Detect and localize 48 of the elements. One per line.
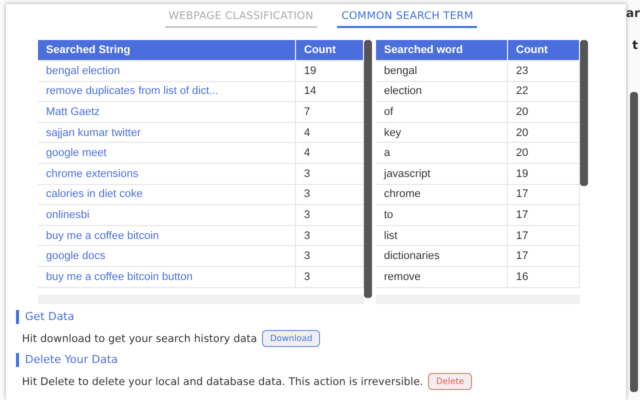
section-title: Get Data	[16, 310, 626, 324]
table-cell: javascript	[376, 163, 508, 184]
scrollbar-thumb[interactable]	[364, 40, 372, 298]
table-cell: 17	[508, 184, 580, 205]
search-link[interactable]: calories in diet coke	[38, 184, 296, 205]
search-link[interactable]: bengal election	[38, 60, 296, 82]
background-text: ar	[626, 6, 640, 20]
search-link[interactable]: Matt Gaetz	[38, 102, 296, 122]
scrollbar-thumb[interactable]	[580, 40, 588, 186]
table-cell: remove	[376, 266, 508, 288]
table-cell: 19	[296, 60, 364, 82]
table-cell: 17	[508, 246, 580, 266]
section-text: Hit Delete to delete your local and database data. This action is irreversible.	[22, 376, 424, 388]
download-button[interactable]: Download	[262, 330, 320, 347]
table-cell: chrome	[376, 184, 508, 205]
search-link[interactable]: buy me a coffee bitcoin button	[38, 266, 296, 288]
column-header: Searched String	[38, 40, 296, 60]
delete-button[interactable]: Delete	[428, 373, 472, 390]
tab[interactable]: COMMON SEARCH TERM	[337, 8, 478, 28]
column-header: Count	[508, 40, 580, 60]
table-cell: election	[376, 81, 508, 102]
table-cell: key	[376, 122, 508, 143]
search-link[interactable]: sajjan kumar twitter	[38, 122, 296, 143]
table-cell: 16	[508, 266, 580, 288]
table-cell: 17	[508, 204, 580, 226]
search-link[interactable]: remove duplicates from list of dict...	[38, 81, 296, 102]
search-link[interactable]: google docs	[38, 246, 296, 266]
search-link[interactable]: onlinesbi	[38, 204, 296, 226]
search-link[interactable]: buy me a coffee bitcoin	[38, 225, 296, 246]
search-link[interactable]: chrome extensions	[38, 163, 296, 184]
section-title: Delete Your Data	[16, 353, 626, 367]
column-header: Searched word	[376, 40, 508, 60]
horizontal-scrollbar[interactable]	[38, 294, 364, 304]
background-text: t	[632, 38, 638, 52]
column-header: Count	[296, 40, 364, 60]
table-cell: 19	[508, 163, 580, 184]
search-link[interactable]: google meet	[38, 142, 296, 164]
tab[interactable]: WEBPAGE CLASSIFICATION	[164, 8, 318, 28]
section-text: Hit download to get your search history data	[22, 332, 258, 344]
table-cell: 17	[508, 225, 580, 246]
table-cell: dictionaries	[376, 246, 508, 266]
page-scrollbar[interactable]	[630, 92, 638, 392]
table-cell: of	[376, 102, 508, 122]
table-cell: to	[376, 204, 508, 226]
table-cell: bengal	[376, 60, 508, 82]
table-cell: a	[376, 142, 508, 164]
table-cell: 23	[508, 60, 580, 82]
table-cell: list	[376, 225, 508, 246]
